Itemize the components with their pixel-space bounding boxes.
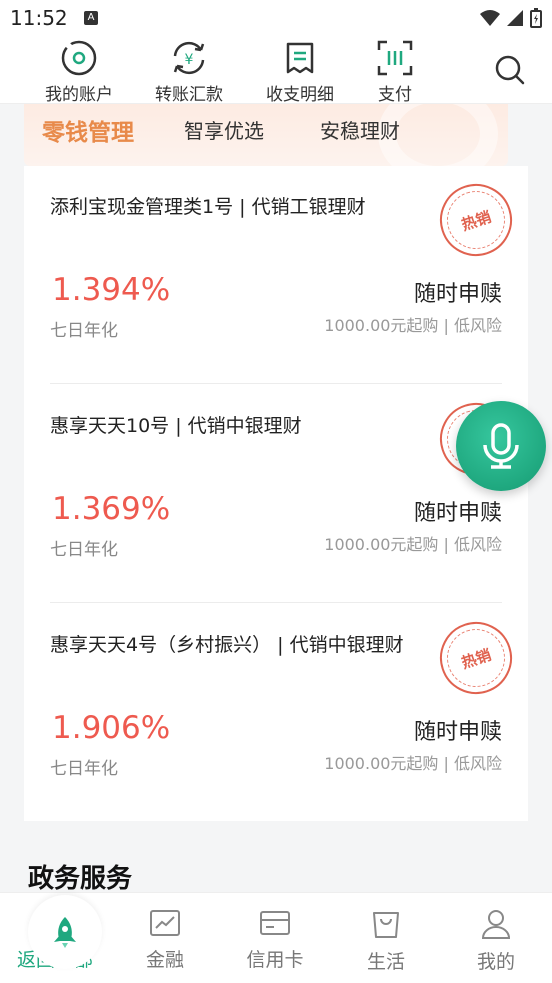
nav-label: 我的 bbox=[476, 951, 515, 973]
voice-assistant-button[interactable] bbox=[456, 401, 546, 491]
min-buy-text: 1000.00元起购 | 低风险 bbox=[324, 535, 502, 554]
nav-finance[interactable]: 金融 bbox=[120, 909, 210, 972]
min-buy-text: 1000.00元起购 | 低风险 bbox=[324, 754, 502, 773]
bag-icon bbox=[373, 912, 399, 938]
quick-action-transfer[interactable]: ¥ 转账汇款 bbox=[144, 38, 234, 105]
account-icon bbox=[61, 40, 97, 76]
product-rate: 1.906% bbox=[52, 710, 171, 746]
tab-stable-finance[interactable]: 安稳理财 bbox=[320, 115, 400, 144]
nav-life[interactable]: 生活 bbox=[341, 909, 431, 974]
nav-back-to-top[interactable]: 返回顶部 bbox=[10, 895, 102, 972]
microphone-icon bbox=[483, 423, 519, 469]
transfer-icon: ¥ bbox=[173, 41, 205, 75]
redeem-text: 随时申赎 bbox=[413, 501, 502, 526]
user-icon bbox=[481, 910, 511, 939]
quick-action-label: 收支明细 bbox=[266, 85, 334, 105]
rocket-button bbox=[28, 895, 102, 969]
product-list-card: 添利宝现金管理类1号 | 代销工银理财 热销 1.394% 七日年化 随时申赎 … bbox=[24, 166, 528, 821]
nav-credit-card[interactable]: 信用卡 bbox=[230, 909, 320, 972]
quick-actions-bar: 我的账户 ¥ 转账汇款 收支明细 支付 bbox=[0, 36, 552, 105]
section-title: 政务服务 bbox=[28, 864, 133, 894]
product-rate: 1.394% bbox=[52, 272, 171, 308]
product-rate: 1.369% bbox=[52, 491, 171, 527]
tab-change-management[interactable]: 零钱管理 bbox=[40, 113, 134, 147]
product-item[interactable]: 惠享天天4号（乡村振兴） | 代销中银理财 热销 1.906% 七日年化 随时申… bbox=[50, 604, 522, 822]
nav-mine[interactable]: 我的 bbox=[451, 909, 541, 974]
battery-icon bbox=[530, 8, 542, 28]
quick-action-statement[interactable]: 收支明细 bbox=[255, 38, 345, 105]
status-bar: 11:52 A bbox=[0, 0, 552, 36]
product-name: 惠享天天10号 | 代销中银理财 bbox=[50, 415, 302, 437]
nav-label: 金融 bbox=[145, 949, 184, 971]
scan-pay-icon bbox=[377, 40, 413, 76]
product-item[interactable]: 惠享天天10号 | 代销中银理财 热销 1.369% 七日年化 随时申赎 100… bbox=[50, 385, 522, 603]
wifi-icon bbox=[480, 10, 500, 26]
bottom-nav: 返回顶部 金融 信用卡 生活 我的 bbox=[0, 892, 552, 983]
redeem-text: 随时申赎 bbox=[413, 720, 502, 745]
quick-action-label: 转账汇款 bbox=[155, 85, 223, 105]
quick-action-account[interactable]: 我的账户 bbox=[34, 38, 124, 105]
chart-icon bbox=[150, 910, 180, 936]
hot-sale-stamp: 热销 bbox=[430, 174, 522, 266]
rate-label: 七日年化 bbox=[50, 540, 118, 560]
signal-icon bbox=[507, 10, 523, 26]
product-item[interactable]: 添利宝现金管理类1号 | 代销工银理财 热销 1.394% 七日年化 随时申赎 … bbox=[50, 166, 522, 384]
nav-label: 信用卡 bbox=[246, 949, 304, 971]
card-icon bbox=[260, 911, 290, 935]
status-icons bbox=[480, 8, 542, 28]
svg-text:¥: ¥ bbox=[185, 52, 194, 68]
status-time: 11:52 bbox=[10, 6, 68, 30]
quick-action-label: 支付 bbox=[378, 85, 412, 105]
tab-label: 安稳理财 bbox=[320, 119, 400, 143]
rate-label: 七日年化 bbox=[50, 759, 118, 779]
tab-smart-selection[interactable]: 智享优选 bbox=[184, 115, 264, 144]
divider bbox=[50, 602, 502, 603]
min-buy-text: 1000.00元起购 | 低风险 bbox=[324, 316, 502, 335]
tab-label: 零钱管理 bbox=[42, 120, 134, 146]
tab-label: 智享优选 bbox=[184, 119, 264, 143]
product-name: 添利宝现金管理类1号 | 代销工银理财 bbox=[50, 196, 366, 218]
search-icon[interactable] bbox=[494, 54, 526, 86]
notification-a-icon: A bbox=[84, 11, 98, 25]
rocket-icon bbox=[54, 917, 76, 948]
quick-action-label: 我的账户 bbox=[45, 85, 113, 105]
wealth-tabs: 零钱管理 智享优选 安稳理财 bbox=[24, 104, 508, 166]
hot-sale-stamp: 热销 bbox=[430, 612, 522, 704]
divider bbox=[50, 383, 502, 384]
product-name: 惠享天天4号（乡村振兴） | 代销中银理财 bbox=[50, 634, 404, 656]
rate-label: 七日年化 bbox=[50, 321, 118, 341]
quick-action-pay[interactable]: 支付 bbox=[350, 38, 440, 105]
redeem-text: 随时申赎 bbox=[413, 282, 502, 307]
statement-icon bbox=[286, 42, 314, 74]
nav-label: 生活 bbox=[366, 951, 405, 973]
